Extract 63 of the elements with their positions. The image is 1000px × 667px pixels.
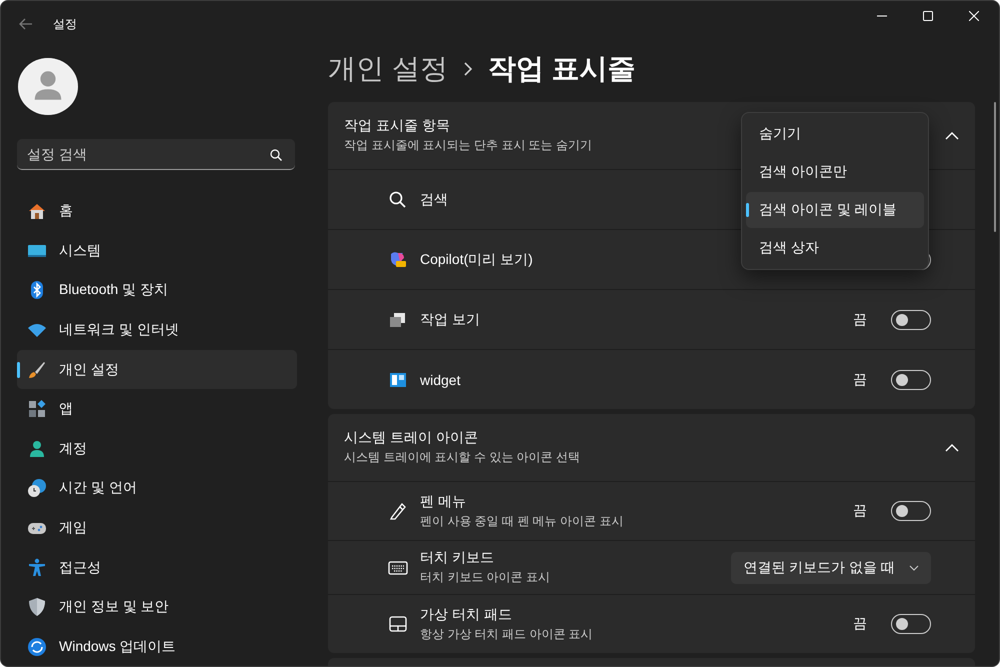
- touchpad-icon: [388, 614, 408, 634]
- sidebar-item[interactable]: 시스템: [17, 231, 297, 270]
- section-subtitle: 시스템 트레이에 표시할 수 있는 아이콘 선택: [344, 449, 580, 466]
- update-icon: [27, 636, 47, 657]
- setting-label: 펜 메뉴: [420, 492, 466, 510]
- sidebar-item[interactable]: 네트워크 및 인터넷: [17, 310, 297, 350]
- person-icon: [27, 438, 47, 459]
- toggle-state-label: 끔: [853, 502, 867, 520]
- search-icon: [388, 190, 408, 210]
- setting-label: 검색: [420, 190, 448, 208]
- globe-clock-icon: [27, 478, 47, 498]
- search-icon: [269, 148, 283, 162]
- close-icon[interactable]: [969, 11, 979, 21]
- scrollbar-thumb[interactable]: [994, 102, 996, 232]
- setting-description: 터치 키보드 아이콘 표시: [420, 569, 550, 586]
- sidebar-item[interactable]: Bluetooth 및 장치: [17, 271, 297, 310]
- setting-label: 가상 터치 패드: [420, 606, 512, 624]
- menu-item[interactable]: 검색 상자: [746, 230, 924, 266]
- setting-description: 펜이 사용 중일 때 펜 메뉴 아이콘 표시: [420, 512, 624, 530]
- sidebar-item[interactable]: 계정: [17, 429, 297, 468]
- sidebar-item[interactable]: 개인 정보 및 보안: [17, 588, 297, 626]
- chevron-up-icon[interactable]: [945, 130, 959, 140]
- toggle-switch[interactable]: [891, 501, 931, 521]
- toggle-switch[interactable]: [891, 310, 931, 330]
- sparkle-app-icon: [388, 250, 408, 270]
- sidebar-item[interactable]: 접근성: [17, 548, 297, 587]
- toggle-state-label: 끔: [853, 310, 867, 328]
- paintbrush-icon: [27, 360, 47, 380]
- menu-item[interactable]: 검색 아이콘만: [746, 154, 924, 190]
- section-title: 작업 표시줄 항목: [344, 117, 450, 135]
- home-icon: [27, 201, 47, 222]
- sidebar-item[interactable]: 홈: [17, 192, 297, 230]
- setting-label: 터치 키보드: [420, 549, 494, 567]
- chevron-right-icon: [462, 60, 474, 76]
- menu-item[interactable]: 숨기기: [746, 116, 924, 152]
- search-field[interactable]: 설정 검색: [17, 138, 295, 170]
- toggle-switch[interactable]: [891, 614, 931, 634]
- setting-label: widget: [420, 372, 460, 388]
- dropdown[interactable]: 연결된 키보드가 없을 때: [731, 552, 931, 584]
- toggle-state-label: 끔: [853, 370, 867, 388]
- chevron-up-icon[interactable]: [945, 442, 959, 452]
- setting-description: 항상 가상 터치 패드 아이콘 표시: [420, 626, 593, 642]
- section-title: 시스템 트레이 아이콘: [344, 429, 478, 447]
- sidebar-item[interactable]: 게임: [17, 508, 297, 548]
- section-subtitle: 작업 표시줄에 표시되는 단추 표시 또는 숨기기: [344, 137, 592, 154]
- accessibility-icon: [27, 558, 47, 578]
- shield-icon: [27, 597, 47, 618]
- setting-label: Copilot(미리 보기): [420, 250, 533, 268]
- sidebar-item[interactable]: 앱: [17, 390, 297, 428]
- toggle-switch[interactable]: [891, 370, 931, 390]
- sidebar-item[interactable]: 개인 설정: [17, 350, 297, 389]
- breadcrumb-parent[interactable]: 개인 설정: [328, 50, 448, 88]
- window-title: 설정: [53, 16, 77, 32]
- apps-icon: [27, 399, 47, 420]
- sidebar-item[interactable]: 시간 및 언어: [17, 469, 297, 508]
- sidebar-item[interactable]: Windows 업데이트: [17, 627, 297, 666]
- chevron-down-icon: [909, 562, 919, 572]
- maximize-icon[interactable]: [923, 11, 933, 21]
- setting-label: 작업 보기: [420, 310, 480, 328]
- pen-icon: [388, 501, 408, 521]
- page-title: 작업 표시줄: [488, 52, 636, 86]
- toggle-state-label: 끔: [853, 615, 867, 633]
- menu-item[interactable]: 검색 아이콘 및 레이블: [746, 192, 924, 228]
